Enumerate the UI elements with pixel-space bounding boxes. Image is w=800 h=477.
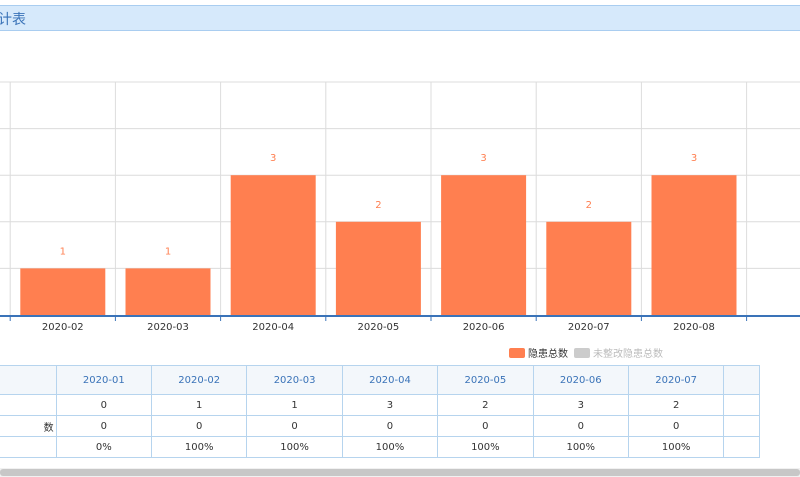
legend-item-unrectified[interactable]: 未整改隐患总数 [574,345,663,360]
table-header-cell: 2020-03 [246,365,343,395]
table-cell: 3 [532,394,629,416]
table-cell: 100% [532,436,629,458]
table-cell: 0 [532,415,629,437]
table-header-row: 2020-01 2020-02 2020-03 2020-04 2020-05 … [0,365,760,395]
table-header-cell: 2020-02 [150,365,248,395]
table-cell: 2 [627,394,725,416]
table-header-cell [0,365,57,395]
x-tick-label: 2020-04 [252,322,294,333]
table-cell: 3 [341,394,439,416]
table-cell: 1 [150,394,248,416]
bar-total-2020-05 [335,221,421,315]
table-header-cell: 2020-06 [532,365,629,395]
table-header-cell: 2020-07 [627,365,725,395]
table-row: 0% 100% 100% 100% 100% 100% 100% [0,436,760,458]
table-row: 数 0 0 0 0 0 0 0 [0,415,760,437]
legend-item-total[interactable]: 隐患总数 [509,345,568,360]
table-header-cell: 2020-05 [437,365,534,395]
bar-total-2020-04 [230,175,316,315]
x-tick-label: 2020-08 [673,322,715,333]
chart-legend: 隐患总数 未整改隐患总数 [509,345,669,360]
table-cell: 1 [246,394,343,416]
scrollbar-thumb[interactable] [0,469,800,476]
bar-total-2020-06 [441,175,527,315]
bar-value-label: 3 [480,153,486,164]
table-cell: 0 [55,415,153,437]
x-tick-label: 2020-03 [147,322,189,333]
table-cell: 100% [627,436,725,458]
bar-total-2020-03 [125,268,211,315]
table-cell: 0 [627,415,725,437]
bar-value-label: 2 [375,200,381,211]
table-cell: 100% [341,436,439,458]
table-cell [723,436,760,458]
x-tick-label: 2020-02 [42,322,84,333]
table-cell: 100% [437,436,534,458]
bar-value-label: 2 [586,200,592,211]
bar-value-label: 1 [165,246,171,257]
legend-label-total: 隐患总数 [528,349,568,360]
table-cell [723,415,760,437]
table-header-cell [723,365,760,395]
table-cell: 0 [55,394,153,416]
legend-swatch-unrectified [574,347,590,358]
table-cell: 2 [437,394,534,416]
bar-value-label: 3 [270,153,276,164]
table-cell: 0 [150,415,248,437]
x-tick-label: 2020-05 [358,322,400,333]
row-label: 数 [0,415,57,437]
table-cell: 0 [246,415,343,437]
statistics-table: 2020-01 2020-02 2020-03 2020-04 2020-05 … [0,365,760,458]
bar-value-label: 3 [691,153,697,164]
bar-total-2020-02 [20,268,106,315]
x-tick-label: 2020-07 [568,322,610,333]
table-header-cell: 2020-04 [341,365,439,395]
bar-total-2020-07 [546,221,632,315]
table-cell: 0 [341,415,439,437]
bar-total-2020-08 [651,175,737,315]
table-cell [723,394,760,416]
row-label [0,436,57,458]
table-cell: 0 [437,415,534,437]
table-row: 0 1 1 3 2 3 2 [0,394,760,416]
table-cell: 100% [150,436,248,458]
legend-swatch-total [509,347,525,358]
table-cell: 100% [246,436,343,458]
bar-value-label: 1 [60,246,66,257]
legend-label-unrectified: 未整改隐患总数 [593,349,663,360]
x-tick-label: 2020-06 [463,322,505,333]
horizontal-scrollbar[interactable] [0,468,800,477]
row-label [0,394,57,416]
table-cell: 0% [55,436,153,458]
bar-chart: 02020-0112020-0212020-0332020-0422020-05… [0,81,800,333]
table-header-cell: 2020-01 [55,365,153,395]
